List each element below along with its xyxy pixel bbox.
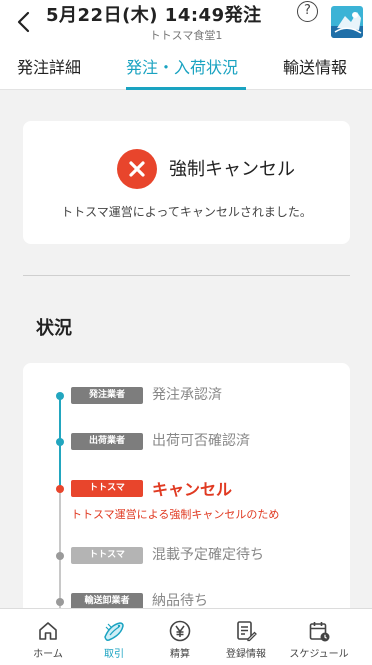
nav-label: 取引: [104, 649, 124, 660]
timeline-dot: [56, 438, 64, 446]
step-label: 混載予定確定待ち: [152, 547, 264, 563]
tab-order-details[interactable]: 発注詳細: [17, 54, 81, 78]
user-avatar-image: [331, 6, 363, 38]
actor-tag: 出荷業者: [71, 433, 143, 450]
tab-transport-info[interactable]: 輸送情報: [283, 54, 347, 78]
nav-item-home[interactable]: ホーム: [11, 609, 85, 665]
app-header: 5月22日(木) 14:49発注 トトスマ食堂1 ?: [0, 0, 372, 44]
step-label: 納品待ち: [152, 593, 208, 609]
nav-label: 登録情報: [226, 649, 266, 660]
nav-item-settlement[interactable]: 精算: [143, 609, 217, 665]
actor-tag: トトスマ: [71, 547, 143, 564]
close-icon: [129, 161, 145, 177]
nav-label: ホーム: [33, 649, 63, 660]
status-timeline-card: 発注業者 発注承認済 出荷業者 出荷可否確認済 トトスマ キャンセル トトスマ運…: [23, 363, 350, 623]
actor-tag: 発注業者: [71, 387, 143, 404]
calendar-icon: [309, 622, 330, 642]
actor-tag: トトスマ: [71, 480, 143, 497]
timeline-dot: [56, 552, 64, 560]
cancel-title: 強制キャンセル: [169, 159, 295, 180]
step-label: 発注承認済: [152, 387, 222, 403]
nav-item-trade[interactable]: 取引: [77, 609, 151, 665]
status-section-title: 状況: [36, 318, 72, 339]
step-label: 出荷可否確認済: [152, 433, 250, 449]
timeline-step-cancelled: トトスマ キャンセル: [23, 476, 350, 500]
timeline-step: 発注業者 発注承認済: [23, 383, 350, 407]
trade-icon: [104, 622, 124, 641]
tab-bar: 発注詳細 発注・入荷状況 輸送情報: [0, 44, 372, 90]
tab-order-arrival-status[interactable]: 発注・入荷状況: [126, 54, 238, 78]
store-name: トトスマ食堂1: [149, 29, 223, 42]
nav-item-schedule[interactable]: スケジュール: [282, 609, 356, 665]
nav-label: スケジュール: [289, 649, 349, 660]
timeline-dot: [56, 598, 64, 606]
cancel-badge: [117, 149, 157, 189]
home-icon: [39, 622, 57, 640]
page-title: 5月22日(木) 14:49発注: [46, 5, 262, 26]
timeline-step: トトスマ 混載予定確定待ち: [23, 543, 350, 567]
active-tab-indicator: [126, 87, 246, 90]
help-button[interactable]: ?: [297, 1, 318, 22]
cancel-notice-card: 強制キャンセル トトスマ運営によってキャンセルされました。: [23, 121, 350, 244]
section-divider: [23, 275, 350, 276]
cancel-reason-note: トトスマ運営による強制キャンセルのため: [71, 508, 280, 521]
timeline-dot: [56, 485, 64, 493]
registration-icon: [237, 621, 257, 642]
timeline-dot: [56, 392, 64, 400]
step-label: キャンセル: [152, 480, 233, 499]
bottom-nav: ホーム 取引 精算 登録情報 スケジュール: [0, 608, 372, 665]
nav-item-registration[interactable]: 登録情報: [209, 609, 283, 665]
nav-label: 精算: [170, 649, 190, 660]
cancel-description: トトスマ運営によってキャンセルされました。: [61, 205, 312, 219]
yen-icon: [169, 620, 191, 642]
avatar[interactable]: [331, 6, 363, 38]
timeline-step: 出荷業者 出荷可否確認済: [23, 429, 350, 453]
